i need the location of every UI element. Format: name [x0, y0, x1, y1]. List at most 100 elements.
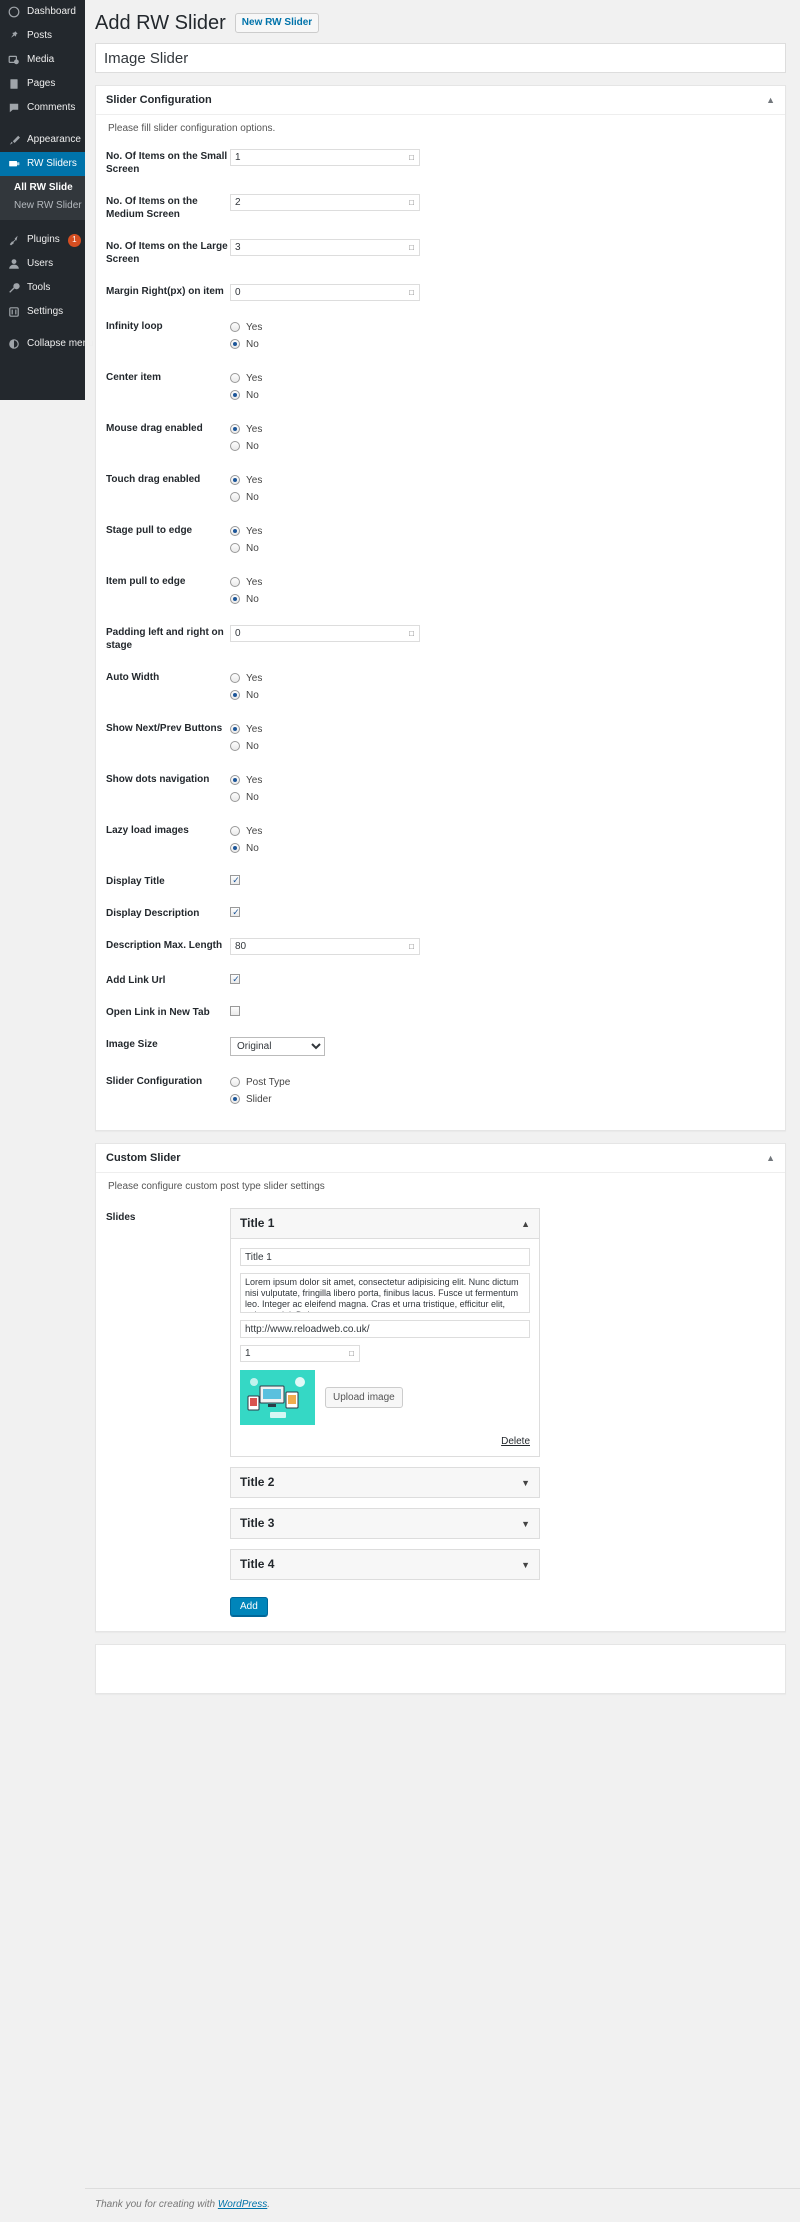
margin-right-input[interactable] [230, 284, 420, 301]
radio-mouse-drag-no[interactable] [230, 441, 240, 451]
radio-infinity-loop-no[interactable] [230, 339, 240, 349]
field-label: Slider Configuration [106, 1076, 203, 1087]
radio-infinity-loop-yes[interactable] [230, 322, 240, 332]
field-label: Margin Right(px) on item [106, 286, 224, 297]
sidebar-item-dashboard[interactable]: Dashboard [0, 0, 85, 24]
slider-title-input[interactable] [95, 43, 786, 73]
sidebar-item-plugins[interactable]: Plugins 1 [0, 228, 85, 252]
slide-title-input[interactable] [240, 1248, 530, 1266]
radio-label: Yes [246, 723, 263, 735]
sidebar-item-comments[interactable]: Comments [0, 96, 85, 120]
radio-label: No [246, 542, 259, 554]
radio-center-item-no[interactable] [230, 390, 240, 400]
chevron-down-icon[interactable]: ▼ [521, 1478, 530, 1488]
title-field-wrapper [95, 43, 786, 73]
checkbox-display-description[interactable] [230, 906, 241, 918]
slide-header-title-2[interactable]: Title 2 ▼ [231, 1468, 539, 1497]
upload-image-button[interactable]: Upload image [325, 1387, 403, 1408]
pin-icon [7, 29, 21, 43]
custom-slider-header[interactable]: Custom Slider ▲ [96, 1144, 785, 1173]
form-row: Center item Yes No [106, 361, 775, 412]
form-row: No. Of Items on the Small Screen □ [106, 140, 775, 185]
sidebar-subitem-new-rw-slider[interactable]: New RW Slider [0, 197, 85, 215]
add-slide-button[interactable]: Add [230, 1597, 268, 1616]
slide-delete-row: Delete [240, 1433, 530, 1447]
empty-panel-body [96, 1645, 785, 1693]
footer-suffix: . [267, 2199, 271, 2210]
radio-item-pull-no[interactable] [230, 594, 240, 604]
radio-option: Yes [230, 370, 775, 386]
slide-header-title-1[interactable]: Title 1 ▲ [231, 1209, 539, 1239]
sidebar-label: RW Sliders [27, 158, 77, 169]
radio-option: No [230, 840, 775, 856]
radio-source-post-type[interactable] [230, 1077, 240, 1087]
radio-item-pull-yes[interactable] [230, 577, 240, 587]
radio-next-prev-no[interactable] [230, 741, 240, 751]
radio-next-prev-yes[interactable] [230, 724, 240, 734]
radio-source-slider[interactable] [230, 1094, 240, 1104]
items-small-screen-input[interactable] [230, 149, 420, 166]
sidebar-item-media[interactable]: Media [0, 48, 85, 72]
chevron-up-icon[interactable]: ▲ [766, 95, 775, 105]
sidebar-item-posts[interactable]: Posts [0, 24, 85, 48]
radio-auto-width-yes[interactable] [230, 673, 240, 683]
slider-configuration-header[interactable]: Slider Configuration ▲ [96, 86, 785, 115]
form-row: Margin Right(px) on item □ [106, 275, 775, 310]
new-rw-slider-button[interactable]: New RW Slider [234, 13, 320, 33]
sidebar-item-settings[interactable]: Settings [0, 300, 85, 324]
checkbox-display-title[interactable] [230, 874, 241, 886]
number-stepper: □ [230, 239, 420, 256]
custom-slider-heading: Custom Slider [106, 1152, 181, 1164]
collapse-icon [7, 337, 21, 351]
sidebar-item-tools[interactable]: Tools [0, 276, 85, 300]
sidebar-item-collapse-menu[interactable]: Collapse menu [0, 332, 94, 356]
radio-stage-pull-no[interactable] [230, 543, 240, 553]
checkbox-open-link-new-tab[interactable] [230, 1006, 240, 1016]
slide-description-textarea[interactable]: Lorem ipsum dolor sit amet, consectetur … [240, 1273, 530, 1313]
sidebar-item-pages[interactable]: Pages [0, 72, 85, 96]
radio-dots-nav-yes[interactable] [230, 775, 240, 785]
radio-stage-pull-yes[interactable] [230, 526, 240, 536]
items-medium-screen-input[interactable] [230, 194, 420, 211]
chevron-up-icon[interactable]: ▲ [521, 1219, 530, 1229]
radio-touch-drag-no[interactable] [230, 492, 240, 502]
radio-lazy-load-no[interactable] [230, 843, 240, 853]
sidebar-subitem-all-rw-slide[interactable]: All RW Slide [0, 179, 85, 197]
sidebar-item-rw-sliders[interactable]: RW Sliders [0, 152, 93, 176]
sidebar-item-appearance[interactable]: Appearance [0, 128, 85, 152]
field-label: Add Link Url [106, 975, 166, 986]
empty-panel [95, 1644, 786, 1694]
image-size-select[interactable]: Original Thumbnail Medium Large [230, 1037, 325, 1056]
radio-lazy-load-yes[interactable] [230, 826, 240, 836]
sidebar-item-users[interactable]: Users [0, 252, 85, 276]
description-max-length-input[interactable] [230, 938, 420, 955]
slide-media-row: Upload image [240, 1370, 530, 1425]
sidebar-separator [0, 120, 85, 128]
slide-url-input[interactable] [240, 1320, 530, 1338]
items-large-screen-input[interactable] [230, 239, 420, 256]
wordpress-link[interactable]: WordPress [218, 2199, 267, 2210]
slide-header-title-4[interactable]: Title 4 ▼ [231, 1550, 539, 1579]
field-label: No. Of Items on the Medium Screen [106, 196, 198, 220]
number-stepper: □ [230, 625, 420, 642]
radio-touch-drag-yes[interactable] [230, 475, 240, 485]
number-stepper: □ [230, 938, 420, 955]
radio-option: Yes [230, 523, 775, 539]
chevron-down-icon[interactable]: ▼ [521, 1560, 530, 1570]
checkbox-add-link-url[interactable] [230, 973, 241, 985]
radio-center-item-yes[interactable] [230, 373, 240, 383]
radio-dots-nav-no[interactable] [230, 792, 240, 802]
number-stepper: □ [230, 149, 420, 166]
slide-title: Title 3 [240, 1516, 275, 1530]
slide-thumbnail[interactable] [240, 1370, 315, 1425]
padding-stage-input[interactable] [230, 625, 420, 642]
slide-body: Lorem ipsum dolor sit amet, consectetur … [231, 1239, 539, 1456]
slide-header-title-3[interactable]: Title 3 ▼ [231, 1509, 539, 1538]
chevron-up-icon[interactable]: ▲ [766, 1153, 775, 1163]
radio-auto-width-no[interactable] [230, 690, 240, 700]
radio-mouse-drag-yes[interactable] [230, 424, 240, 434]
delete-slide-link[interactable]: Delete [501, 1436, 530, 1447]
slide-order-input[interactable] [240, 1345, 360, 1362]
radio-option: Yes [230, 319, 775, 335]
chevron-down-icon[interactable]: ▼ [521, 1519, 530, 1529]
